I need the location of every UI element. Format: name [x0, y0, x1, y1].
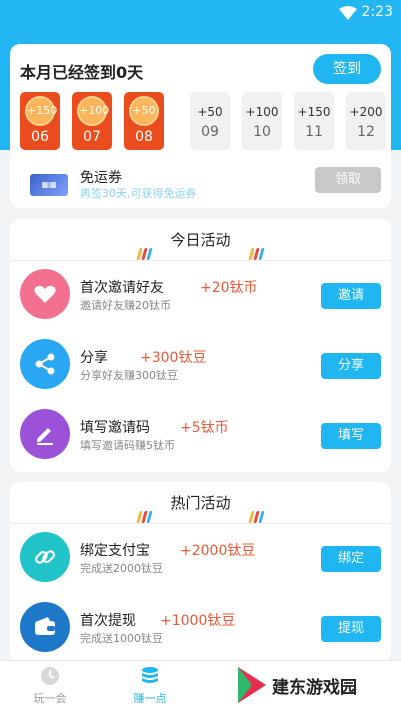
wallet-icon: [20, 602, 70, 652]
day-number: 10: [253, 124, 271, 140]
status-time: 2:23: [361, 4, 393, 20]
activity-reward: +5钛币: [180, 420, 229, 436]
section-header: 热门活动: [10, 482, 391, 524]
day-09: +50 09: [190, 92, 230, 150]
decoration-icon: [248, 234, 265, 260]
day-points: +50: [129, 96, 159, 126]
activity-row-first-withdraw: 首次提现 +1000钛豆 完成送1000钛豆 提现: [10, 594, 391, 662]
day-number: 06: [31, 129, 49, 145]
coupon-description: 再签30天,可获得免运券: [80, 187, 197, 200]
checkin-card: 本月已经签到0天 签到 +150 06 +100 07 +50 08 +50 0…: [10, 44, 391, 208]
activity-name: 填写邀请码: [80, 420, 150, 436]
section-title: 热门活动: [170, 494, 231, 512]
watermark: 建东游戏园: [236, 664, 401, 706]
activity-description: 填写邀请码赚5钛币: [80, 439, 175, 452]
fill-code-button[interactable]: 填写: [321, 423, 381, 449]
day-12: +200 12: [346, 92, 386, 150]
day-number: 12: [357, 124, 375, 140]
signin-button[interactable]: 签到: [313, 54, 381, 84]
invite-button[interactable]: 邀请: [321, 283, 381, 309]
day-points: +200: [349, 105, 383, 119]
checkin-title: 本月已经签到0天: [20, 63, 144, 82]
day-number: 11: [305, 124, 323, 140]
activity-row-invite-friend: 首次邀请好友 +20钛币 邀请好友赚20钛币 邀请: [10, 261, 391, 329]
activity-name: 首次提现: [80, 613, 136, 629]
activity-description: 分享好友赚300钛豆: [80, 369, 178, 382]
activity-reward: +2000钛豆: [180, 543, 256, 559]
clock-icon: [41, 667, 59, 685]
activity-description: 完成送1000钛豆: [80, 632, 163, 645]
day-number: 09: [201, 124, 219, 140]
hot-activities-card: 热门活动 绑定支付宝 +2000钛豆 完成送2000钛豆 绑定 首次提现 +10…: [10, 482, 391, 662]
day-07: +100 07: [72, 92, 112, 150]
withdraw-button[interactable]: 提现: [321, 616, 381, 642]
section-title: 今日活动: [170, 231, 231, 249]
day-points: +100: [77, 96, 109, 126]
play-logo-icon: [238, 667, 266, 703]
coupon-ticket-icon: ▦▦: [30, 174, 68, 196]
tab-label: 赚一点: [133, 692, 167, 705]
link-icon: [20, 532, 70, 582]
activity-name: 首次邀请好友: [80, 280, 164, 296]
decoration-icon: [136, 234, 153, 260]
activity-row-share: 分享 +300钛豆 分享好友赚300钛豆 分享: [10, 331, 391, 399]
day-10: +100 10: [242, 92, 282, 150]
day-number: 08: [135, 129, 153, 145]
share-button[interactable]: 分享: [321, 353, 381, 379]
activity-description: 邀请好友赚20钛币: [80, 299, 171, 312]
share-icon: [20, 339, 70, 389]
activity-name: 分享: [80, 350, 108, 366]
section-header: 今日活动: [10, 219, 391, 261]
day-08: +50 08: [124, 92, 164, 150]
activity-row-bind-alipay: 绑定支付宝 +2000钛豆 完成送2000钛豆 绑定: [10, 524, 391, 592]
day-06: +150 06: [20, 92, 60, 150]
heart-icon: [20, 269, 70, 319]
tab-label: 玩一会: [33, 692, 67, 705]
wifi-icon: [339, 6, 357, 20]
activity-reward: +1000钛豆: [160, 613, 236, 629]
day-points: +100: [245, 105, 279, 119]
coins-icon: [142, 667, 158, 683]
watermark-text: 建东游戏园: [272, 678, 357, 698]
decoration-icon: [136, 497, 153, 523]
activity-description: 完成送2000钛豆: [80, 562, 163, 575]
status-bar: 2:23: [0, 0, 401, 26]
checkin-days: +150 06 +100 07 +50 08 +50 09 +100 10 +1…: [20, 92, 386, 150]
activity-row-invite-code: 填写邀请码 +5钛币 填写邀请码赚5钛币 填写: [10, 401, 391, 469]
day-points: +150: [297, 105, 331, 119]
pen-icon: [20, 409, 70, 459]
coupon-name: 免运券: [80, 170, 122, 186]
activity-reward: +300钛豆: [140, 350, 207, 366]
day-number: 07: [83, 129, 101, 145]
day-points: +150: [25, 96, 57, 126]
decoration-icon: [248, 497, 265, 523]
tab-play[interactable]: 玩一会: [10, 665, 90, 706]
activity-name: 绑定支付宝: [80, 543, 150, 559]
today-activities-card: 今日活动 首次邀请好友 +20钛币 邀请好友赚20钛币 邀请 分享 +300钛豆…: [10, 219, 391, 472]
tab-earn[interactable]: 赚一点: [110, 665, 190, 706]
claim-coupon-button[interactable]: 领取: [315, 167, 381, 193]
day-points: +50: [197, 105, 223, 119]
activity-reward: +20钛币: [200, 280, 258, 296]
bind-button[interactable]: 绑定: [321, 546, 381, 572]
day-11: +150 11: [294, 92, 334, 150]
